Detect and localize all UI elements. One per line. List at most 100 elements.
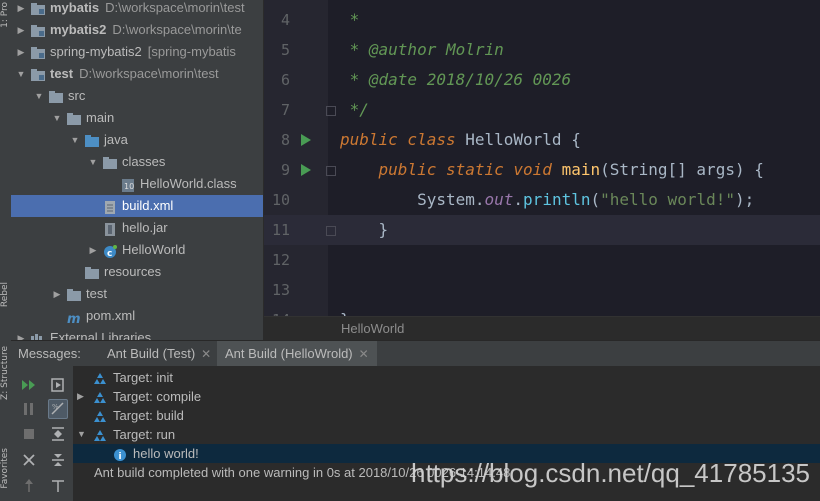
code-line[interactable]: 11 } — [264, 215, 820, 245]
line-number: 10 — [271, 191, 290, 209]
folder-icon — [67, 287, 81, 301]
filter-icon[interactable]: % — [48, 399, 68, 419]
rebel-tool-button[interactable]: Rebel — [0, 282, 11, 307]
java-class-icon: c — [103, 243, 117, 259]
close-tab-icon[interactable]: ✕ — [359, 347, 369, 361]
tree-item-main[interactable]: ▼ main — [11, 107, 263, 129]
chevron-down-icon[interactable]: ▼ — [88, 151, 98, 173]
build-output-row[interactable]: Target: build — [73, 406, 820, 425]
run-gutter-icon[interactable] — [301, 164, 311, 176]
code-editor[interactable]: 4 * 5 * @author Molrin 6 * @date 2018/10/2… — [264, 0, 820, 316]
tree-item-path: D:\workspace\morin\test — [79, 66, 219, 81]
run-gutter-icon[interactable] — [301, 134, 311, 146]
messages-header: Messages: Ant Build (Test) ✕ Ant Build (He… — [11, 340, 820, 367]
library-icon — [31, 331, 45, 340]
code-text: public static void main(String[] args) { — [340, 155, 764, 185]
tree-item-label: java — [104, 129, 128, 151]
tree-item-pom-xml[interactable]: m pom.xml — [11, 305, 263, 327]
stop-icon[interactable] — [20, 425, 38, 443]
pin-tab-icon[interactable] — [49, 477, 67, 495]
chevron-right-icon[interactable]: ▶ — [16, 41, 26, 63]
tree-item-hello-jar[interactable]: hello.jar — [11, 217, 263, 239]
code-token: * — [340, 10, 360, 29]
editor-breadcrumb[interactable]: HelloWorld — [264, 316, 820, 341]
tree-item-classes[interactable]: ▼ classes — [11, 151, 263, 173]
code-line[interactable]: 13 — [264, 275, 820, 305]
build-output-row[interactable]: ▶ Target: compile — [73, 387, 820, 406]
code-line[interactable]: 9 public static void main(String[] args)… — [264, 155, 820, 185]
pause-icon[interactable] — [20, 400, 38, 418]
chevron-down-icon[interactable]: ▼ — [52, 107, 62, 129]
svg-text:m: m — [67, 312, 81, 324]
chevron-right-icon[interactable]: ▶ — [52, 283, 62, 305]
code-line[interactable]: 14} — [264, 305, 820, 316]
fold-marker-icon[interactable] — [326, 166, 336, 176]
code-token: * @date 2018/10/26 0026 — [340, 70, 572, 89]
code-line[interactable]: 8 public class HelloWorld { — [264, 125, 820, 155]
tree-item-path: D:\workspace\morin\test — [105, 0, 245, 15]
tree-item-resources[interactable]: resources — [11, 261, 263, 283]
project-tool-button[interactable]: 1: Pro — [0, 2, 11, 28]
tree-item-path: [spring-mybatis — [147, 44, 236, 59]
tree-item-src[interactable]: ▼ src — [11, 85, 263, 107]
rerun-icon[interactable] — [20, 376, 38, 394]
code-token: . — [513, 190, 524, 209]
tree-item-name: External Libraries — [50, 330, 152, 340]
chevron-down-icon[interactable]: ▼ — [16, 63, 26, 85]
chevron-down-icon[interactable]: ▼ — [77, 425, 86, 444]
tree-item-test[interactable]: ▶ test — [11, 283, 263, 305]
code-token: ( — [590, 190, 601, 209]
class-file-icon: 10 — [121, 177, 135, 192]
tree-item-label: main — [86, 107, 114, 129]
code-text: } — [340, 305, 350, 316]
tree-item-java[interactable]: ▼ java — [11, 129, 263, 151]
scroll-up-icon[interactable] — [20, 477, 38, 495]
code-line[interactable]: 7 */ — [264, 95, 820, 125]
tree-item-test[interactable]: ▼ test D:\workspace\morin\test — [11, 63, 263, 85]
tree-item-helloworld-class[interactable]: 10 HelloWorld.class — [11, 173, 263, 195]
export-icon[interactable] — [49, 376, 67, 394]
chevron-right-icon[interactable]: ▶ — [77, 387, 84, 406]
tree-item-build-xml[interactable]: build.xml — [11, 195, 263, 217]
tree-item-spring-mybatis2[interactable]: ▶ spring-mybatis2 [spring-mybatis — [11, 41, 263, 63]
code-token: "hello world!" — [600, 190, 735, 209]
chevron-right-icon[interactable]: ▶ — [16, 0, 26, 19]
chevron-down-icon[interactable]: ▼ — [70, 129, 80, 151]
line-number: 5 — [280, 41, 290, 59]
chevron-right-icon[interactable]: ▶ — [16, 19, 26, 41]
breadcrumb-class[interactable]: HelloWorld — [341, 317, 404, 341]
tab-ant-build-test-[interactable]: Ant Build (Test) ✕ — [99, 341, 219, 366]
tree-item-mybatis[interactable]: ▶ mybatis D:\workspace\morin\test — [11, 0, 263, 19]
module-folder-icon — [31, 45, 45, 59]
code-token: out — [484, 190, 514, 209]
chevron-right-icon[interactable]: ▶ — [88, 239, 98, 261]
tree-item-label: test D:\workspace\morin\test — [50, 63, 219, 85]
build-output-row[interactable]: ▼ Target: run — [73, 425, 820, 444]
collapse-all-icon[interactable] — [49, 451, 67, 469]
code-line[interactable]: 10 System.out.println("hello world!"); — [264, 185, 820, 215]
build-output-row[interactable]: Target: init — [73, 368, 820, 387]
tab-ant-build-hellowrold-[interactable]: Ant Build (HelloWrold) ✕ — [217, 341, 377, 366]
folder-icon — [49, 89, 63, 103]
line-number: 8 — [280, 131, 290, 149]
tree-item-label: classes — [122, 151, 165, 173]
code-line[interactable]: 12 — [264, 245, 820, 275]
code-line[interactable]: 6 * @date 2018/10/26 0026 — [264, 65, 820, 95]
favorites-tool-button[interactable]: Favorites — [0, 448, 11, 489]
close-icon[interactable] — [20, 451, 38, 469]
close-tab-icon[interactable]: ✕ — [201, 347, 211, 361]
fold-marker-icon[interactable] — [326, 106, 336, 116]
chevron-down-icon[interactable]: ▼ — [34, 85, 44, 107]
tree-item-label: resources — [104, 261, 161, 283]
tree-item-external-libraries[interactable]: ▶ External Libraries — [11, 327, 263, 340]
tree-item-name: test — [86, 286, 107, 301]
structure-tool-button[interactable]: Z: Structure — [0, 346, 11, 400]
expand-all-icon[interactable] — [49, 425, 67, 443]
watermark-text: https://blog.csdn.net/qq_41785135 — [411, 458, 810, 488]
fold-marker-icon[interactable] — [326, 226, 336, 236]
chevron-right-icon[interactable]: ▶ — [16, 327, 26, 340]
code-line[interactable]: 4 * — [264, 5, 820, 35]
tree-item-helloworld[interactable]: ▶ c HelloWorld — [11, 239, 263, 261]
tree-item-mybatis2[interactable]: ▶ mybatis2 D:\workspace\morin\te — [11, 19, 263, 41]
code-line[interactable]: 5 * @author Molrin — [264, 35, 820, 65]
